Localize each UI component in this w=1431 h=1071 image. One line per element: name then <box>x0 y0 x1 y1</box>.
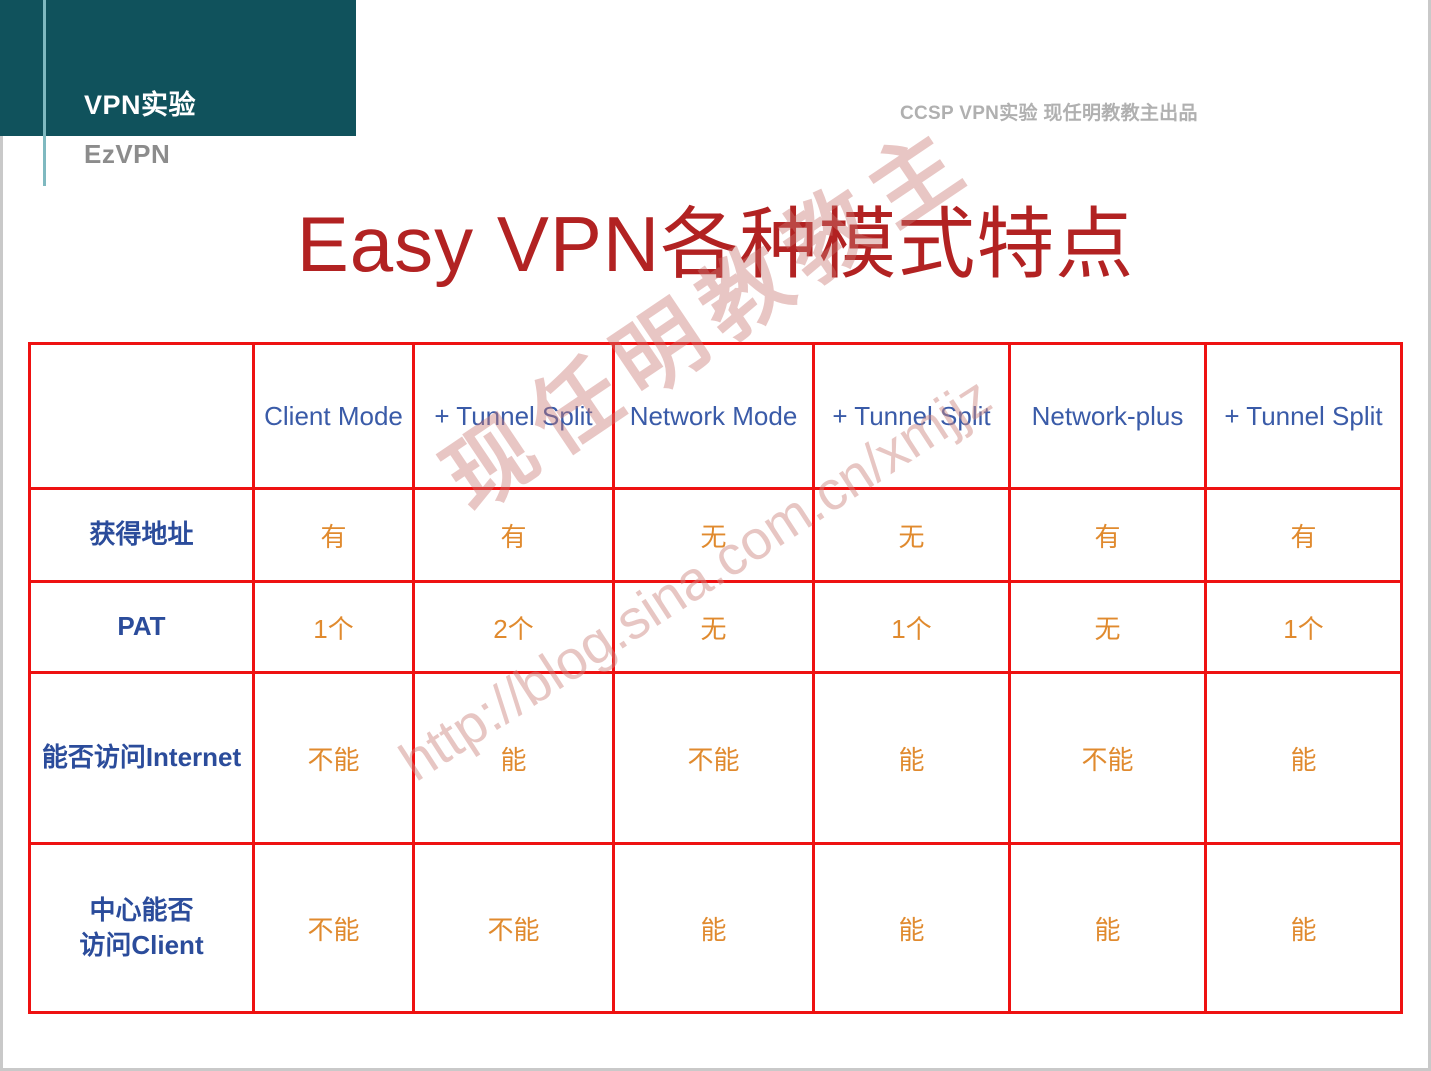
cell-value: 能 <box>1290 744 1317 775</box>
cell-value: 无 <box>700 521 727 552</box>
column-header-label: Client Mode <box>264 400 403 431</box>
cell-value: 不能 <box>307 744 360 775</box>
table-corner-cell <box>28 342 255 490</box>
table-header-cell-5: + Tunnel Split <box>1204 342 1403 490</box>
table-header-row: Client Mode + Tunnel Split Network Mode … <box>28 342 1403 490</box>
table-cell: 不能 <box>412 842 615 1014</box>
cell-value: 无 <box>1094 613 1121 644</box>
row-label-line-2: 访问Client <box>79 930 204 960</box>
cell-value: 不能 <box>307 914 360 945</box>
column-header-label: + Tunnel Split <box>1224 400 1383 431</box>
table-header-cell-3: + Tunnel Split <box>812 342 1011 490</box>
table-cell: 能 <box>1008 842 1207 1014</box>
table-cell: 能 <box>1204 671 1403 845</box>
cell-value: 2个 <box>493 613 534 644</box>
comparison-table-wrapper: Client Mode + Tunnel Split Network Mode … <box>28 342 1403 1014</box>
cell-value: 能 <box>700 914 727 945</box>
table-cell: 有 <box>1204 487 1403 583</box>
header-title: VPN实验 <box>84 90 197 120</box>
table-cell: 1个 <box>812 580 1011 674</box>
cell-value: 有 <box>1290 521 1317 552</box>
table-header-cell-1: + Tunnel Split <box>412 342 615 490</box>
table-cell: 无 <box>612 580 815 674</box>
table-cell: 不能 <box>252 671 415 845</box>
table-row: 获得地址 有 有 无 无 有 有 <box>28 487 1403 583</box>
table-header-cell-4: Network-plus <box>1008 342 1207 490</box>
cell-value: 无 <box>700 613 727 644</box>
row-label: 获得地址 <box>89 519 194 550</box>
column-header-label: Network Mode <box>629 400 798 431</box>
table-cell: 不能 <box>1008 671 1207 845</box>
cell-value: 1个 <box>891 613 932 644</box>
cell-value: 1个 <box>313 613 354 644</box>
table-cell: 无 <box>612 487 815 583</box>
cell-value: 能 <box>1094 914 1121 945</box>
table-cell: 不能 <box>612 671 815 845</box>
table-cell: 能 <box>812 671 1011 845</box>
table-cell: 2个 <box>412 580 615 674</box>
row-label-cell-2: 能否访问Internet <box>28 671 255 845</box>
table-cell: 1个 <box>252 580 415 674</box>
column-header-label: + Tunnel Split <box>832 400 991 431</box>
cell-value: 不能 <box>1081 744 1134 775</box>
cell-value: 有 <box>320 521 347 552</box>
table-cell: 无 <box>812 487 1011 583</box>
table-cell: 无 <box>1008 580 1207 674</box>
page-border-left <box>0 0 3 1071</box>
table-header-cell-2: Network Mode <box>612 342 815 490</box>
cell-value: 有 <box>1094 521 1121 552</box>
cell-value: 不能 <box>487 914 540 945</box>
table-cell: 能 <box>1204 842 1403 1014</box>
table-row: 能否访问Internet 不能 能 不能 能 不能 能 <box>28 671 1403 845</box>
cell-value: 能 <box>898 744 925 775</box>
table-cell: 有 <box>412 487 615 583</box>
table-cell: 不能 <box>252 842 415 1014</box>
table-cell: 有 <box>1008 487 1207 583</box>
column-header-label: Network-plus <box>1031 400 1184 431</box>
table-cell: 有 <box>252 487 415 583</box>
cell-value: 能 <box>500 744 527 775</box>
row-label-cell-3: 中心能否 访问Client <box>28 842 255 1014</box>
table-cell: 1个 <box>1204 580 1403 674</box>
cell-value: 无 <box>898 521 925 552</box>
table-cell: 能 <box>612 842 815 1014</box>
row-label-cell-0: 获得地址 <box>28 487 255 583</box>
cell-value: 1个 <box>1283 613 1324 644</box>
row-label-line-1: 中心能否 <box>89 894 194 925</box>
comparison-table: Client Mode + Tunnel Split Network Mode … <box>28 342 1403 1014</box>
table-cell: 能 <box>812 842 1011 1014</box>
header-subtitle: EzVPN <box>84 139 171 169</box>
header-accent-rule <box>43 0 46 186</box>
slide-canvas: VPN实验 EzVPN CCSP VPN实验 现任明教教主出品 Easy VPN… <box>0 0 1431 1071</box>
column-header-label: + Tunnel Split <box>434 400 593 431</box>
row-label-cell-1: PAT <box>28 580 255 674</box>
cell-value: 能 <box>1290 914 1317 945</box>
cell-value: 不能 <box>687 744 740 775</box>
page-title: Easy VPN各种模式特点 <box>296 200 1135 288</box>
row-label: 能否访问Internet <box>41 742 242 773</box>
table-header-cell-0: Client Mode <box>252 342 415 490</box>
table-row: 中心能否 访问Client 不能 不能 能 能 能 能 <box>28 842 1403 1014</box>
cell-value: 能 <box>898 914 925 945</box>
row-label: PAT <box>117 611 166 642</box>
cell-value: 有 <box>500 521 527 552</box>
table-cell: 能 <box>412 671 615 845</box>
header-credit: CCSP VPN实验 现任明教教主出品 <box>900 103 1198 124</box>
table-row: PAT 1个 2个 无 1个 无 1个 <box>28 580 1403 674</box>
